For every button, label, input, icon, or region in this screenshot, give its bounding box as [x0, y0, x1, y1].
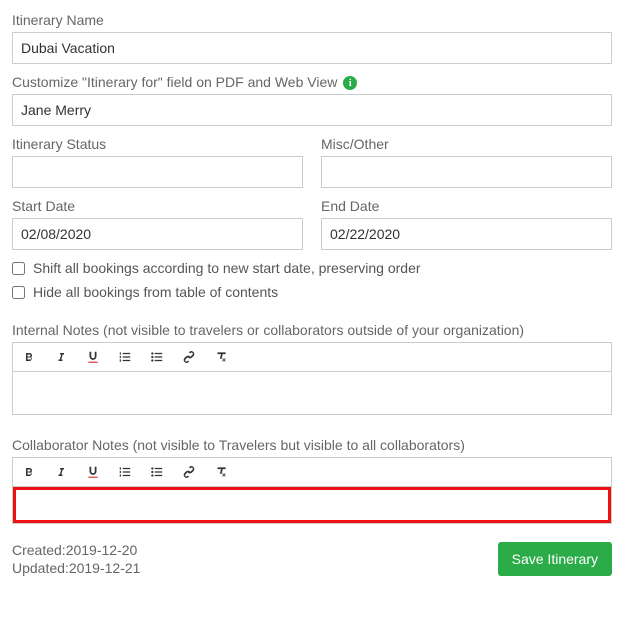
internal-notes-label: Internal Notes (not visible to travelers…: [12, 322, 612, 338]
collab-notes-label: Collaborator Notes (not visible to Trave…: [12, 437, 612, 453]
info-icon[interactable]: i: [343, 76, 357, 90]
meta-block: Created:2019-12-20 Updated:2019-12-21: [12, 542, 140, 578]
created-label: Created:: [12, 542, 66, 558]
shift-label: Shift all bookings according to new star…: [33, 260, 421, 276]
updated-value: 2019-12-21: [69, 560, 141, 576]
itinerary-name-label: Itinerary Name: [12, 12, 612, 28]
internal-toolbar: [13, 343, 611, 372]
save-button[interactable]: Save Itinerary: [498, 542, 612, 576]
misc-input[interactable]: [321, 156, 612, 188]
ordered-list-icon[interactable]: [117, 464, 133, 480]
misc-label: Misc/Other: [321, 136, 612, 152]
collab-notes-body[interactable]: [13, 487, 611, 523]
status-input[interactable]: [12, 156, 303, 188]
ordered-list-icon[interactable]: [117, 349, 133, 365]
customize-input[interactable]: [12, 94, 612, 126]
underline-icon[interactable]: [85, 464, 101, 480]
unordered-list-icon[interactable]: [149, 349, 165, 365]
clear-format-icon[interactable]: [213, 464, 229, 480]
unordered-list-icon[interactable]: [149, 464, 165, 480]
internal-notes-editor: [12, 342, 612, 415]
customize-label: Customize "Itinerary for" field on PDF a…: [12, 74, 612, 90]
start-date-label: Start Date: [12, 198, 303, 214]
clear-format-icon[interactable]: [213, 349, 229, 365]
link-icon[interactable]: [181, 349, 197, 365]
hide-checkbox[interactable]: [12, 286, 25, 299]
internal-notes-body[interactable]: [13, 372, 611, 414]
created-value: 2019-12-20: [66, 542, 138, 558]
italic-icon[interactable]: [53, 464, 69, 480]
italic-icon[interactable]: [53, 349, 69, 365]
bold-icon[interactable]: [21, 464, 37, 480]
customize-label-text: Customize "Itinerary for" field on PDF a…: [12, 74, 337, 90]
itinerary-name-input[interactable]: [12, 32, 612, 64]
bold-icon[interactable]: [21, 349, 37, 365]
status-label: Itinerary Status: [12, 136, 303, 152]
updated-label: Updated:: [12, 560, 69, 576]
hide-label: Hide all bookings from table of contents: [33, 284, 278, 300]
shift-checkbox[interactable]: [12, 262, 25, 275]
end-date-input[interactable]: [321, 218, 612, 250]
start-date-input[interactable]: [12, 218, 303, 250]
underline-icon[interactable]: [85, 349, 101, 365]
link-icon[interactable]: [181, 464, 197, 480]
collab-notes-editor: [12, 457, 612, 524]
end-date-label: End Date: [321, 198, 612, 214]
collab-toolbar: [13, 458, 611, 487]
